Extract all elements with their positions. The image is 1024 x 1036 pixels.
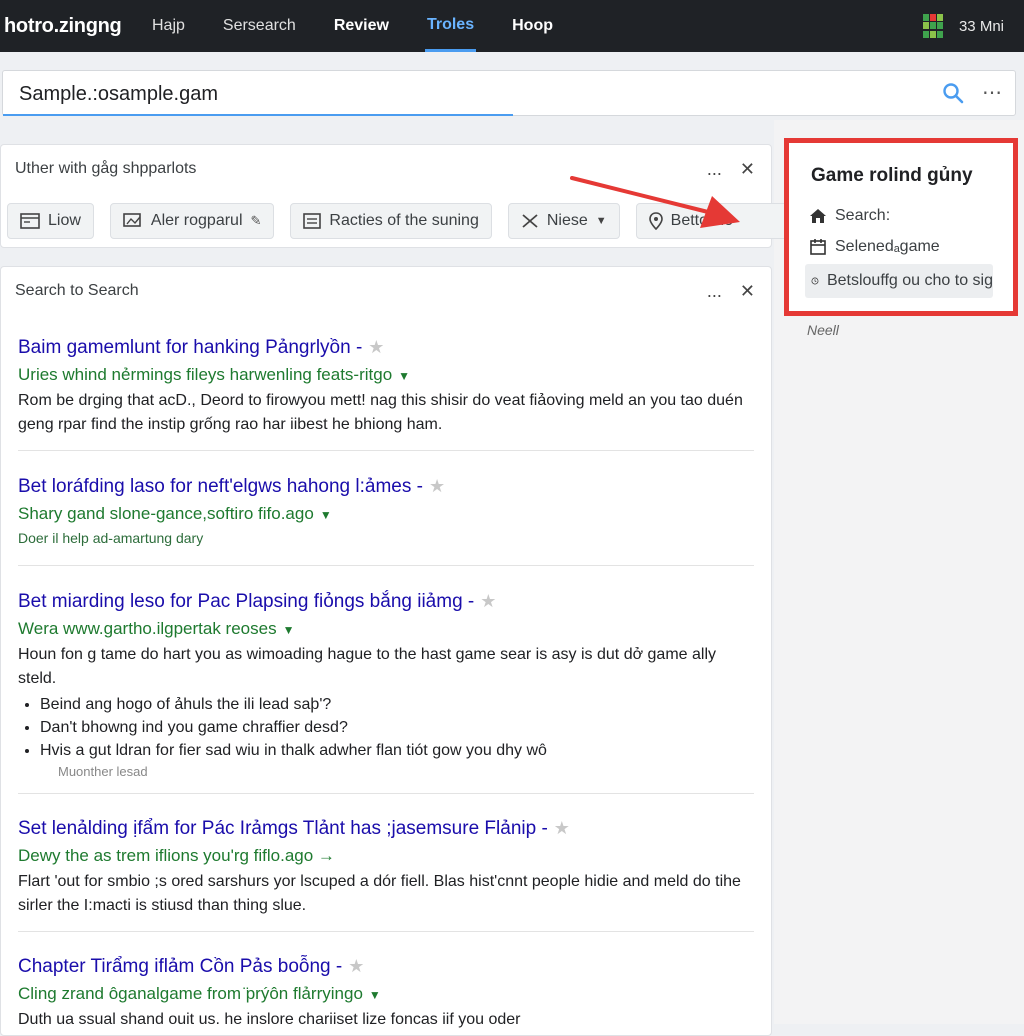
brand-logo[interactable]: hotro.zingng — [4, 15, 150, 38]
search-input[interactable] — [17, 79, 721, 109]
results-close-icon[interactable]: ✕ — [740, 281, 755, 302]
bullet-item: Beind ang hogo of ảhuls the ili lead saþ… — [40, 693, 748, 716]
side-item-label: Selenedₐgame — [835, 238, 940, 255]
chip-liow[interactable]: Liow — [7, 203, 94, 239]
chip-label: Liow — [48, 212, 81, 229]
caret-down-icon[interactable]: ▼ — [320, 508, 332, 522]
tools-icon — [522, 214, 538, 228]
filter-more-icon[interactable]: ... — [707, 159, 722, 180]
chip-niese[interactable]: Niese ▼ — [507, 203, 620, 239]
result-sublink[interactable]: Doer il help ad-amartung dary — [18, 530, 748, 546]
home-icon — [810, 209, 826, 223]
bullet-item: Hvis a gut ldran for fier sad wiu in tha… — [40, 739, 748, 762]
chip-label: Betto tile — [670, 212, 733, 229]
chip-racties[interactable]: Racties of the suning — [290, 203, 492, 239]
search-result: Set lenảlding ịfẩm for Pác Irảmgs Tlảnt … — [18, 818, 748, 918]
search-focus-underline — [3, 114, 513, 116]
chevron-down-icon: ▼ — [595, 215, 607, 227]
result-title-link[interactable]: Bet miarding leso for Pac Plapsing fiỏng… — [18, 591, 474, 612]
result-title-link[interactable]: Chapter Tirẩmg iflảm Cồn Pảs boỗng - — [18, 956, 342, 977]
side-item-label: Search: — [835, 207, 891, 224]
search-result: Bet miarding leso for Pac Plapsing fiỏng… — [18, 591, 748, 779]
results-card-title: Search to Search — [15, 282, 139, 299]
result-url[interactable]: Wera www.gartho.ilgpertak reoses — [18, 619, 277, 638]
apps-icon[interactable] — [922, 14, 945, 38]
side-note: Neell — [807, 322, 839, 338]
nav-item-sersearch[interactable]: Sersearch — [221, 0, 298, 52]
calendar-icon — [810, 239, 826, 255]
star-icon[interactable]: ★ — [348, 956, 364, 976]
location-icon — [648, 212, 663, 230]
result-more-link[interactable]: Muonther lesad — [58, 764, 748, 779]
caret-down-icon[interactable]: ▼ — [369, 988, 381, 1002]
chip-aler-rogparul[interactable]: Aler rogparul ✎ — [109, 203, 275, 239]
star-icon[interactable]: ★ — [429, 476, 445, 496]
side-item-search[interactable]: Search: — [809, 207, 890, 225]
result-url[interactable]: Uries whind nẻrmings fileys harwenling f… — [18, 365, 392, 384]
result-url[interactable]: Shary gand slone-gance,softiro fifo.ago — [18, 504, 314, 523]
filter-close-icon[interactable]: ✕ — [740, 159, 755, 180]
search-icon[interactable] — [941, 81, 965, 105]
result-title-link[interactable]: Set lenảlding ịfẩm for Pác Irảmgs Tlảnt … — [18, 818, 548, 839]
top-navigation-bar: hotro.zingng Hajp Sersearch Review Trole… — [0, 0, 1024, 52]
time-label: 33 Mni — [958, 17, 1004, 35]
chip-label: Racties of the suning — [329, 212, 479, 229]
edit-icon: ✎ — [250, 213, 262, 228]
filter-card-title: Uther with gåg shpparlots — [15, 160, 197, 177]
side-panel-title: Game rolind gủny — [811, 165, 973, 186]
divider — [18, 565, 754, 566]
bullet-item: Dan't bhowng ind you game chraffier desd… — [40, 716, 748, 739]
divider — [18, 931, 754, 932]
nav-item-hajp[interactable]: Hajp — [150, 0, 187, 52]
results-more-icon[interactable]: ... — [707, 281, 722, 302]
result-url[interactable]: Dewy the as trem iflions you'rg fiflo.ag… — [18, 846, 335, 865]
filter-chips: Liow Aler rogparul ✎ Racties of the suni… — [7, 203, 788, 239]
side-item-label: Betslouffg ou cho to sig — [826, 272, 993, 289]
result-snippet: Duth ua ssual shand ouit us. he inslore … — [18, 1011, 521, 1028]
side-item-selened-game[interactable]: Selenedₐgame — [809, 238, 940, 256]
result-snippet: Houn fon g tame do hart you as wimoading… — [18, 646, 716, 687]
search-result: Bet loráfding laso for neft'elgws hahong… — [18, 476, 748, 546]
nav-item-review[interactable]: Review — [332, 0, 391, 52]
divider — [18, 450, 754, 451]
result-url[interactable]: Cling zrand ôganalgame from ̈prýôn flảrr… — [18, 984, 363, 1003]
result-bullets: Beind ang hogo of ảhuls the ili lead saþ… — [18, 693, 748, 762]
more-icon[interactable]: ⋯ — [981, 80, 1003, 104]
clock-icon — [811, 277, 819, 285]
search-result: Chapter Tirẩmg iflảm Cồn Pảs boỗng - ★ Cl… — [18, 956, 748, 1032]
result-snippet: Rom be drging that acD., Deord to firowy… — [18, 392, 743, 433]
list-icon — [303, 213, 322, 229]
result-snippet: Flart 'out for smbio ;s ored sarshurs yo… — [18, 873, 741, 914]
result-title-link[interactable]: Bet loráfding laso for neft'elgws hahong… — [18, 476, 423, 497]
search-bar: ⋯ — [2, 70, 1016, 116]
chip-betto-tile[interactable]: Betto tile — [635, 203, 788, 239]
top-right-area: 33 Mni — [922, 14, 1004, 38]
star-icon[interactable]: ★ — [480, 591, 496, 611]
divider — [18, 793, 754, 794]
chip-label: Niese — [546, 212, 588, 229]
game-side-panel: Game rolind gủny Search: Selenedₐgame Be… — [784, 138, 1018, 316]
chip-label: Aler rogparul — [150, 212, 243, 229]
star-icon[interactable]: ★ — [554, 818, 570, 838]
nav-item-troles[interactable]: Troles — [424, 0, 477, 52]
caret-down-icon[interactable]: ▼ — [398, 369, 410, 383]
search-result: Baim gamemlunt for hanking Pảngrlyồn - ★ … — [18, 337, 748, 437]
nav-item-hoop[interactable]: Hoop — [510, 0, 555, 52]
side-item-betslouffg[interactable]: Betslouffg ou cho to sig — [805, 264, 993, 298]
star-icon[interactable]: ★ — [368, 337, 384, 357]
result-title-link[interactable]: Baim gamemlunt for hanking Pảngrlyồn - — [18, 337, 362, 358]
caret-down-icon[interactable]: ▼ — [283, 623, 295, 637]
image-icon — [123, 213, 141, 227]
window-icon — [20, 213, 40, 229]
filter-card: Uther with gåg shpparlots ... ✕ Liow Ale… — [0, 144, 788, 248]
